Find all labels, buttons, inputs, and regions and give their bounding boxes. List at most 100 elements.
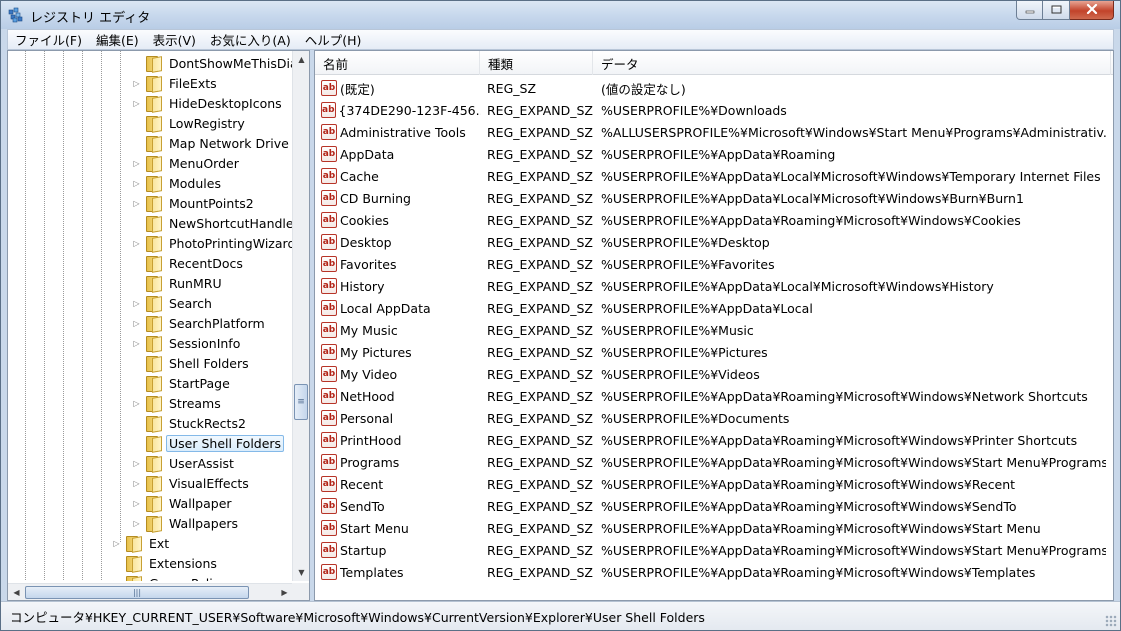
tree-item[interactable]: User Shell Folders	[132, 433, 285, 453]
column-header-type[interactable]: 種類	[480, 51, 593, 75]
value-row[interactable]: ab Start Menu REG_EXPAND_SZ %USERPROFILE%¥A…	[315, 517, 1113, 539]
tree-item[interactable]: ▷ VisualEffects	[132, 473, 252, 493]
value-row[interactable]: ab My Video REG_EXPAND_SZ %USERPROFILE%¥Vid…	[315, 363, 1113, 385]
tree-item[interactable]: ▷ Ext	[112, 533, 172, 553]
expand-arrow-icon[interactable]: ▷	[132, 239, 141, 248]
tree-vscroll-thumb[interactable]: ≡	[294, 384, 308, 420]
value-row[interactable]: ab Personal REG_EXPAND_SZ %USERPROFILE%¥Doc…	[315, 407, 1113, 429]
scroll-up-arrow-icon[interactable]: ▲	[293, 51, 309, 68]
value-row[interactable]: ab Favorites REG_EXPAND_SZ %USERPROFILE%¥Fa…	[315, 253, 1113, 275]
expand-arrow-icon[interactable]: ▷	[132, 499, 141, 508]
menu-edit[interactable]: 編集(E)	[89, 30, 146, 49]
expand-arrow-icon[interactable]: ▷	[132, 459, 141, 468]
tree-item[interactable]: ▷ MountPoints2	[132, 193, 257, 213]
title-bar[interactable]: レジストリ エディタ	[1, 1, 1120, 29]
expand-arrow-icon[interactable]: ▷	[132, 179, 141, 188]
expand-arrow-icon[interactable]: ▷	[112, 539, 121, 548]
tree-item[interactable]: ▷ Search	[132, 293, 215, 313]
tree-vertical-scrollbar[interactable]: ▲ ≡ ▼	[292, 51, 309, 581]
value-row[interactable]: ab History REG_EXPAND_SZ %USERPROFILE%¥AppD…	[315, 275, 1113, 297]
menu-favorites[interactable]: お気に入り(A)	[203, 30, 298, 49]
values-list-pane[interactable]: 名前 種類 データ ab (既定) REG_SZ (値の設定なし) ab {374DE29…	[314, 50, 1114, 601]
expand-arrow-icon[interactable]: ▷	[132, 519, 141, 528]
column-header-data[interactable]: データ	[593, 51, 1111, 75]
tree-item[interactable]: ▷ MenuOrder	[132, 153, 242, 173]
tree-item[interactable]: LowRegistry	[132, 113, 248, 133]
tree-hscroll-thumb[interactable]: |||	[25, 586, 249, 599]
scroll-right-arrow-icon[interactable]: ▶	[276, 584, 293, 600]
key-tree-pane[interactable]: DontShowMeThisDialo ▷ FileExts ▷ HideDesktop…	[7, 50, 310, 601]
string-value-icon: ab	[321, 432, 337, 448]
value-type: REG_EXPAND_SZ	[487, 102, 593, 118]
menu-file[interactable]: ファイル(F)	[8, 30, 89, 49]
tree-item[interactable]: Shell Folders	[132, 353, 252, 373]
value-row[interactable]: ab SendTo REG_EXPAND_SZ %USERPROFILE%¥AppDa…	[315, 495, 1113, 517]
tree-item[interactable]: Map Network Drive M	[132, 133, 293, 153]
tree-item[interactable]: RecentDocs	[132, 253, 246, 273]
tree-item[interactable]: ▷ Wallpaper	[132, 493, 235, 513]
menu-view[interactable]: 表示(V)	[146, 30, 203, 49]
expand-arrow-icon[interactable]: ▷	[132, 339, 141, 348]
close-button[interactable]	[1070, 1, 1114, 20]
value-row[interactable]: ab My Pictures REG_EXPAND_SZ %USERPROFILE%¥…	[315, 341, 1113, 363]
tree-item[interactable]: NewShortcutHandlers	[132, 213, 293, 233]
expand-arrow-icon[interactable]: ▷	[132, 399, 141, 408]
menu-help[interactable]: ヘルプ(H)	[298, 30, 369, 49]
resize-grip-icon[interactable]	[1105, 615, 1117, 627]
tree-item[interactable]: ▷ SearchPlatform	[132, 313, 268, 333]
tree-item[interactable]: StartPage	[132, 373, 233, 393]
value-row[interactable]: ab Cookies REG_EXPAND_SZ %USERPROFILE%¥AppD…	[315, 209, 1113, 231]
tree-horizontal-scrollbar[interactable]: ◀ ||| ▶	[8, 583, 293, 600]
tree-item[interactable]: ▷ UserAssist	[132, 453, 237, 473]
expand-arrow-icon[interactable]: ▷	[132, 159, 141, 168]
minimize-button[interactable]	[1016, 1, 1043, 20]
value-row[interactable]: ab Desktop REG_EXPAND_SZ %USERPROFILE%¥Desk…	[315, 231, 1113, 253]
value-row[interactable]: ab AppData REG_EXPAND_SZ %USERPROFILE%¥AppD…	[315, 143, 1113, 165]
value-row[interactable]: ab PrintHood REG_EXPAND_SZ %USERPROFILE%¥Ap…	[315, 429, 1113, 451]
tree-item[interactable]: ▷ HideDesktopIcons	[132, 93, 285, 113]
expand-arrow-icon[interactable]: ▷	[112, 579, 121, 582]
value-row[interactable]: ab Templates REG_EXPAND_SZ %USERPROFILE%¥Ap…	[315, 561, 1113, 583]
value-row[interactable]: ab CD Burning REG_EXPAND_SZ %USERPROFILE%¥A…	[315, 187, 1113, 209]
tree-item[interactable]: DontShowMeThisDialo	[132, 53, 293, 73]
tree-item[interactable]: ▷ PhotoPrintingWizard	[132, 233, 293, 253]
expand-arrow-icon[interactable]: ▷	[132, 99, 141, 108]
tree-item[interactable]: Extensions	[112, 553, 220, 573]
expand-arrow-icon[interactable]: ▷	[132, 299, 141, 308]
expand-arrow-icon[interactable]: ▷	[132, 479, 141, 488]
value-name: Personal	[340, 410, 394, 426]
key-tree: DontShowMeThisDialo ▷ FileExts ▷ HideDesktop…	[8, 51, 293, 581]
value-type: REG_EXPAND_SZ	[487, 476, 593, 492]
expand-arrow-icon[interactable]: ▷	[132, 79, 141, 88]
tree-item[interactable]: ▷ FileExts	[132, 73, 220, 93]
value-row[interactable]: ab Programs REG_EXPAND_SZ %USERPROFILE%¥App…	[315, 451, 1113, 473]
tree-item-label: Extensions	[149, 555, 217, 571]
value-row[interactable]: ab Local AppData REG_EXPAND_SZ %USERPROFILE…	[315, 297, 1113, 319]
value-row[interactable]: ab Startup REG_EXPAND_SZ %USERPROFILE%¥AppD…	[315, 539, 1113, 561]
tree-item[interactable]: ▷ Group Policy	[112, 573, 230, 581]
tree-item[interactable]: ▷ Wallpapers	[132, 513, 241, 533]
tree-item[interactable]: ▷ Streams	[132, 393, 224, 413]
scroll-down-arrow-icon[interactable]: ▼	[293, 564, 309, 581]
value-row[interactable]: ab (既定) REG_SZ (値の設定なし)	[315, 77, 1113, 99]
expand-arrow-icon[interactable]: ▷	[132, 319, 141, 328]
tree-item[interactable]: StuckRects2	[132, 413, 249, 433]
value-row[interactable]: ab Recent REG_EXPAND_SZ %USERPROFILE%¥AppDa…	[315, 473, 1113, 495]
string-value-icon: ab	[321, 520, 337, 536]
value-row[interactable]: ab {374DE290-123F-456... REG_EXPAND_SZ %USE…	[315, 99, 1113, 121]
scroll-left-arrow-icon[interactable]: ◀	[8, 584, 25, 600]
expand-arrow-icon[interactable]: ▷	[132, 199, 141, 208]
folder-icon	[125, 536, 141, 552]
tree-item[interactable]: ▷ Modules	[132, 173, 224, 193]
maximize-button[interactable]	[1043, 1, 1070, 20]
tree-item[interactable]: RunMRU	[132, 273, 225, 293]
tree-item[interactable]: ▷ SessionInfo	[132, 333, 243, 353]
value-type: REG_EXPAND_SZ	[487, 278, 593, 294]
value-row[interactable]: ab Cache REG_EXPAND_SZ %USERPROFILE%¥AppDat…	[315, 165, 1113, 187]
value-row[interactable]: ab My Music REG_EXPAND_SZ %USERPROFILE%¥Mus…	[315, 319, 1113, 341]
value-row[interactable]: ab Administrative Tools REG_EXPAND_SZ %ALLU…	[315, 121, 1113, 143]
value-type: REG_EXPAND_SZ	[487, 564, 593, 580]
value-row[interactable]: ab NetHood REG_EXPAND_SZ %USERPROFILE%¥AppD…	[315, 385, 1113, 407]
column-header-name[interactable]: 名前	[315, 51, 480, 75]
